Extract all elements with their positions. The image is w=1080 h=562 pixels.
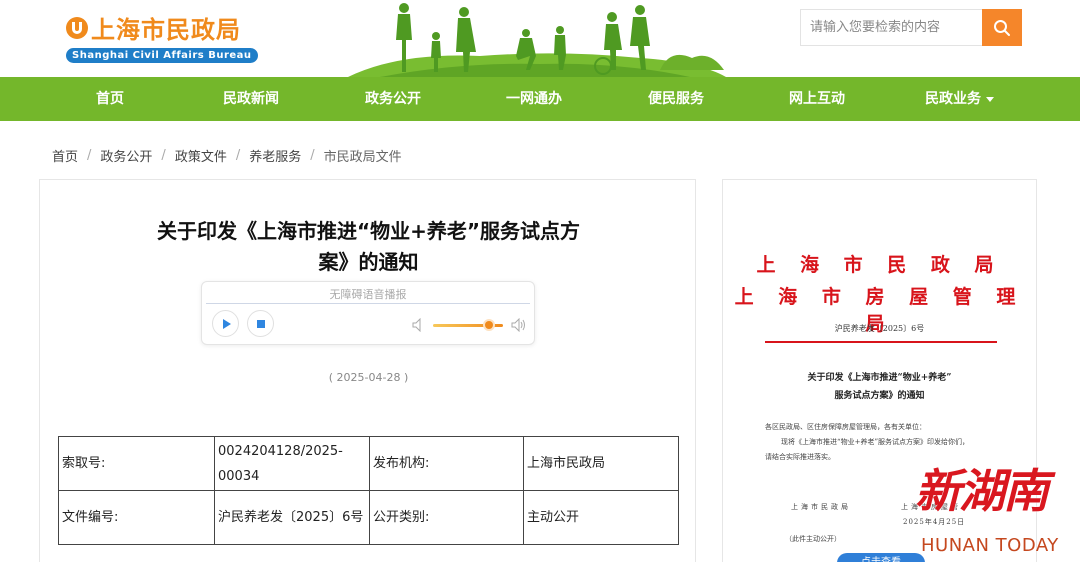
nav-item-news[interactable]: 民政新闻 (223, 77, 279, 121)
stop-button[interactable] (247, 310, 274, 337)
play-button[interactable] (212, 310, 239, 337)
emblem-icon (66, 16, 88, 39)
article-panel: 关于印发《上海市推进“物业+养老”服务试点方 案》的通知 无障碍语音播报 ( 2… (39, 179, 696, 562)
site-header: 上海市民政局 Shanghai Civil Affairs Bureau (0, 0, 1080, 77)
document-info-table: 索取号: 0024204128/2025-00034 发布机构: 上海市民政局 … (58, 436, 679, 545)
family-banner-illustration (348, 3, 726, 77)
logo-subtitle: Shanghai Civil Affairs Bureau (66, 48, 258, 63)
nav-item-business-label: 民政业务 (925, 91, 981, 107)
doc-number: 沪民养老发〔2025〕6号 (834, 324, 925, 333)
table-cell-label: 文件编号: (58, 490, 215, 545)
doc-red-divider (765, 341, 997, 343)
publish-date: ( 2025-04-28 ) (328, 371, 409, 384)
breadcrumb-separator: / (87, 148, 92, 163)
nav-item-public-service[interactable]: 便民服务 (648, 77, 704, 121)
breadcrumb-home[interactable]: 首页 (52, 146, 78, 165)
volume-high-icon[interactable] (511, 318, 526, 332)
stop-icon (256, 319, 265, 328)
breadcrumb-elderly-care[interactable]: 养老服务 (249, 146, 301, 165)
watermark-logo-cn: 新湖南 (915, 464, 1049, 518)
table-cell-label: 公开类别: (369, 490, 524, 545)
page-title-line1: 关于印发《上海市推进“物业+养老”服务试点方 (156, 219, 581, 243)
doc-body-line3: 请结合实际推进落实。 (765, 453, 835, 461)
doc-title-line2: 服务试点方案》的通知 (834, 391, 925, 401)
nav-item-gov-affairs[interactable]: 政务公开 (365, 77, 421, 121)
table-cell-value: 主动公开 (523, 490, 679, 545)
audio-player: 无障碍语音播报 (201, 281, 535, 345)
search-icon (994, 19, 1010, 36)
nav-item-business[interactable]: 民政业务 (925, 77, 994, 121)
hunan-today-watermark: 新湖南 HUNAN TODAY (905, 455, 1080, 562)
doc-title-line1: 关于印发《上海市推进“物业+养老” (807, 373, 952, 383)
search-button[interactable] (982, 9, 1022, 46)
volume-low-icon[interactable] (412, 318, 424, 332)
breadcrumb-bureau-docs[interactable]: 市民政局文件 (324, 146, 402, 165)
search-box (800, 9, 1022, 46)
table-cell-label: 索取号: (58, 436, 215, 491)
playback-progress-line[interactable] (206, 303, 530, 304)
audio-player-label: 无障碍语音播报 (329, 288, 407, 301)
table-cell-label: 发布机构: (369, 436, 524, 491)
breadcrumb: 首页 / 政务公开 / 政策文件 / 养老服务 / 市民政局文件 (52, 146, 402, 165)
doc-body-line1: 各区民政局、区住房保障房屋管理局，各有关单位： (765, 423, 926, 431)
doc-issuer-line1: 上 海 市 民 政 局 (756, 254, 1003, 276)
breadcrumb-gov-affairs[interactable]: 政务公开 (100, 146, 152, 165)
chevron-down-icon (986, 96, 994, 102)
table-row: 索取号: 0024204128/2025-00034 发布机构: 上海市民政局 (58, 436, 679, 491)
main-nav: 首页 民政新闻 政务公开 一网通办 便民服务 网上互动 民政业务 (0, 77, 1080, 121)
table-row: 文件编号: 沪民养老发〔2025〕6号 公开类别: 主动公开 (58, 490, 679, 545)
nav-item-home[interactable]: 首页 (96, 77, 124, 121)
nav-item-interaction[interactable]: 网上互动 (789, 77, 845, 121)
volume-slider-handle[interactable] (485, 321, 493, 329)
nav-item-online-service[interactable]: 一网通办 (506, 77, 562, 121)
doc-disclosure-note: （此件主动公开） (785, 535, 841, 543)
table-cell-value: 沪民养老发〔2025〕6号 (214, 490, 370, 545)
page-title-line2: 案》的通知 (318, 250, 419, 274)
table-cell-value: 上海市民政局 (523, 436, 679, 491)
watermark-logo-en: HUNAN TODAY (921, 535, 1059, 556)
breadcrumb-policy[interactable]: 政策文件 (175, 146, 227, 165)
doc-body-line2: 现将《上海市推进“物业+养老”服务试点方案》印发给你们， (781, 438, 970, 446)
search-input[interactable] (800, 9, 982, 46)
logo-title: 上海市民政局 (91, 16, 241, 44)
site-logo[interactable]: 上海市民政局 Shanghai Civil Affairs Bureau (66, 10, 258, 63)
play-icon (222, 318, 231, 329)
page-title: 关于印发《上海市推进“物业+养老”服务试点方 案》的通知 (40, 216, 697, 278)
breadcrumb-separator: / (235, 148, 241, 163)
breadcrumb-separator: / (310, 148, 315, 163)
doc-signature-left: 上海市民政局 (791, 503, 851, 511)
breadcrumb-separator: / (161, 148, 166, 163)
table-cell-value: 0024204128/2025-00034 (214, 436, 370, 491)
